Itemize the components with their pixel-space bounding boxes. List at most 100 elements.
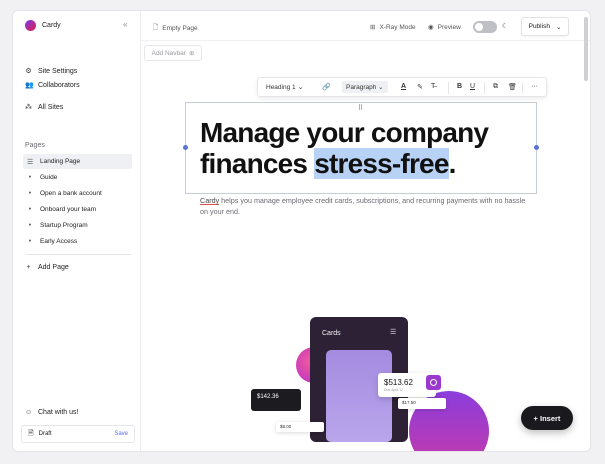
- brand-name: Cardy: [42, 22, 61, 29]
- toolbar-divider: [448, 82, 449, 94]
- heading-highlight: stress-free: [314, 148, 449, 179]
- menu-icon: ☰: [390, 329, 397, 336]
- brand-logo-icon: [25, 20, 36, 31]
- page-item-label: Onboard your team: [40, 206, 97, 213]
- page-item-label: Open a bank account: [40, 190, 102, 197]
- grid-icon: ⊞: [370, 24, 376, 31]
- chat-button[interactable]: ☺ Chat with us!: [25, 409, 78, 416]
- sidebar-item-label: Site Settings: [38, 67, 78, 75]
- clear-format-icon[interactable]: T̶: [431, 83, 435, 90]
- page-name: Empty Page: [162, 25, 198, 32]
- app-window: Cardy « ⚙ Site Settings 👥 Collaborators …: [12, 10, 591, 452]
- add-page-button[interactable]: + Add Page: [25, 264, 69, 271]
- page-item-onboard[interactable]: • Onboard your team: [23, 202, 132, 217]
- users-icon: 👥: [25, 82, 34, 89]
- publish-label: Publish: [528, 23, 550, 30]
- amount-chip-small: $17.50: [398, 398, 446, 409]
- highlight-icon[interactable]: ✎: [417, 83, 423, 91]
- bullet-icon: •: [28, 238, 32, 245]
- page-item-label: Early Access: [40, 238, 78, 245]
- page-icon: ☰: [27, 158, 34, 166]
- page-item-startup[interactable]: • Startup Program: [23, 218, 132, 233]
- moon-icon: ☾: [502, 23, 509, 30]
- pages-section-label: Pages: [25, 142, 45, 149]
- bullet-icon: •: [28, 222, 32, 229]
- page-list: ☰ Landing Page • Guide • Open a bank acc…: [23, 154, 132, 250]
- sidebar-item-collaborators[interactable]: 👥 Collaborators: [25, 81, 80, 90]
- draft-status: Draft: [38, 431, 52, 437]
- amount-value: $142.36: [257, 394, 279, 400]
- xray-mode-button[interactable]: ⊞ X-Ray Mode: [370, 23, 416, 32]
- paragraph-select[interactable]: Paragraph ⌄: [342, 81, 388, 93]
- hero-heading[interactable]: Manage your company finances stress-free…: [200, 117, 530, 179]
- resize-handle-left[interactable]: [183, 145, 188, 150]
- settings-icon: ⚙: [25, 68, 32, 75]
- top-bar: 🗋 Empty Page ⊞ X-Ray Mode ◉ Preview ☾ Pu…: [141, 11, 590, 41]
- chat-icon: ☺: [25, 409, 33, 416]
- xray-mode-label: X-Ray Mode: [379, 23, 416, 31]
- draft-bar: 🗎 Draft Save: [21, 425, 135, 443]
- subtext-brand: Cardy: [200, 196, 220, 205]
- dark-mode-toggle[interactable]: [473, 21, 497, 33]
- page-item-bank-account[interactable]: • Open a bank account: [23, 186, 132, 201]
- amount-value: $513.62: [384, 378, 413, 387]
- save-button[interactable]: Save: [114, 431, 128, 437]
- amount-value: $8.00: [280, 424, 292, 429]
- preview-label: Preview: [437, 23, 461, 31]
- duplicate-icon[interactable]: ⧉: [493, 83, 498, 91]
- add-navbar-label: Add Navbar: [151, 49, 186, 57]
- page-icon: 🗋: [153, 24, 159, 31]
- text-color-icon[interactable]: A: [401, 83, 406, 90]
- insert-button[interactable]: + Insert: [521, 406, 573, 430]
- page-item-early-access[interactable]: • Early Access: [23, 234, 132, 249]
- preview-button[interactable]: ◉ Preview: [428, 23, 461, 32]
- sidebar-item-all-sites[interactable]: ⁂ All Sites: [25, 103, 64, 112]
- amount-chip-dark: $142.36: [251, 389, 301, 411]
- hero-subtext[interactable]: Cardy helps you manage employee credit c…: [200, 195, 530, 217]
- eye-icon: ◉: [428, 24, 434, 31]
- formatting-toolbar: Heading 1 ⌄ 🔗 Paragraph ⌄ A ✎ T̶ B U ⧉ 🗑…: [257, 77, 547, 97]
- trash-icon[interactable]: 🗑: [508, 83, 517, 91]
- sidebar-item-site-settings[interactable]: ⚙ Site Settings: [25, 67, 78, 76]
- sites-icon: ⁂: [25, 104, 32, 111]
- phone-title: Cards: [322, 330, 341, 337]
- sidebar: Cardy « ⚙ Site Settings 👥 Collaborators …: [13, 11, 141, 451]
- heading-end: .: [448, 148, 457, 179]
- brand[interactable]: Cardy: [25, 20, 61, 31]
- sidebar-item-label: Collaborators: [38, 81, 80, 89]
- heading-level-label: Heading 1: [266, 84, 296, 91]
- page-item-guide[interactable]: • Guide: [23, 170, 132, 185]
- page-item-label: Landing Page: [40, 158, 81, 165]
- more-options-icon[interactable]: ···: [531, 83, 538, 90]
- chevron-down-icon: ⌄: [555, 23, 562, 31]
- toggle-knob: [475, 23, 483, 31]
- amount-subtext: Due April 12: [384, 388, 404, 392]
- scrollbar[interactable]: [584, 17, 588, 81]
- add-navbar-button[interactable]: Add Navbar ⊕: [144, 45, 202, 61]
- heading-level-select[interactable]: Heading 1 ⌄: [266, 83, 303, 91]
- chat-label: Chat with us!: [38, 409, 79, 416]
- bullet-icon: •: [28, 174, 32, 181]
- document-icon: 🗎: [28, 429, 34, 437]
- plus-icon: +: [26, 264, 31, 271]
- underline-button[interactable]: U: [470, 83, 475, 90]
- collapse-sidebar-icon[interactable]: «: [123, 20, 127, 29]
- sidebar-item-label: All Sites: [38, 103, 64, 111]
- page-name-button[interactable]: 🗋 Empty Page: [153, 23, 198, 34]
- add-page-label: Add Page: [38, 264, 69, 271]
- toolbar-divider: [522, 82, 523, 94]
- publish-button[interactable]: Publish ⌄: [521, 17, 569, 36]
- sidebar-divider: [25, 254, 131, 255]
- resize-handle-right[interactable]: [534, 145, 539, 150]
- link-icon[interactable]: 🔗: [322, 83, 331, 91]
- plus-circle-icon: ⊕: [188, 50, 195, 57]
- bullet-icon: •: [28, 206, 32, 213]
- page-item-landing[interactable]: ☰ Landing Page: [23, 154, 132, 169]
- bullet-icon: •: [28, 190, 32, 197]
- bold-button[interactable]: B: [457, 83, 462, 90]
- paragraph-label: Paragraph: [346, 84, 377, 91]
- page-item-label: Startup Program: [40, 222, 88, 229]
- app-logo-icon: [426, 375, 441, 390]
- page-item-label: Guide: [40, 174, 58, 181]
- amount-chip-tiny: $8.00: [276, 422, 324, 432]
